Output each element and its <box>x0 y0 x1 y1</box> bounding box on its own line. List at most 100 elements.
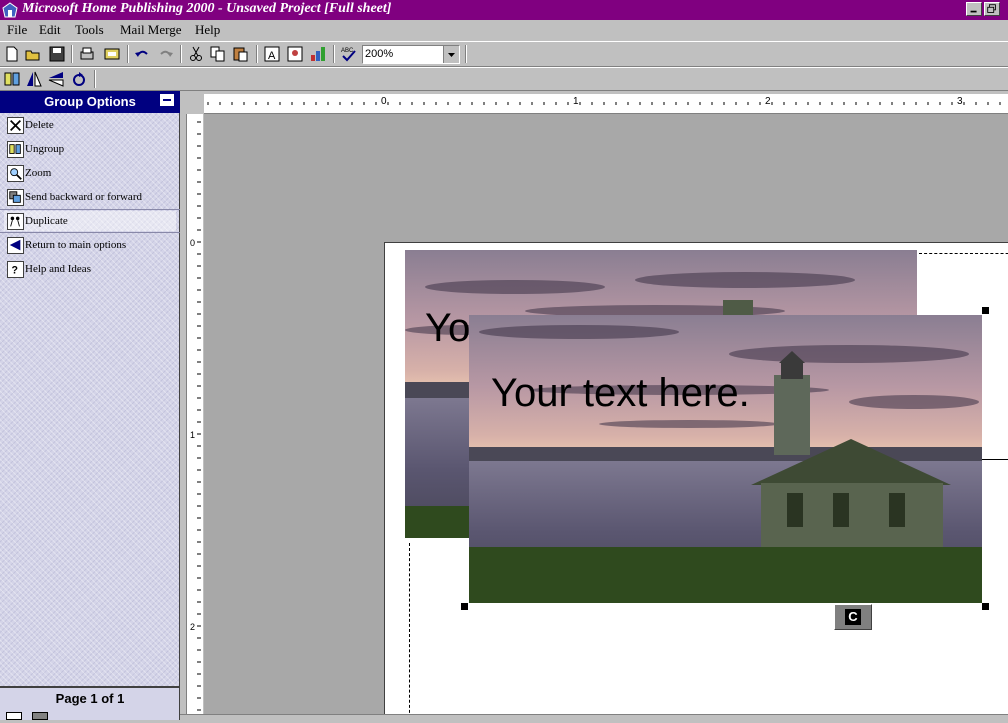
page-navigator: Page 1 of 1 <box>0 686 180 720</box>
front-picture[interactable]: Your text here. <box>469 315 982 603</box>
toolbar-separator <box>465 45 467 63</box>
ungroup-icon <box>7 141 24 158</box>
design-gallery-icon[interactable] <box>309 45 327 63</box>
option-return-main[interactable]: Return to main options <box>4 235 176 255</box>
option-delete[interactable]: Delete <box>4 115 176 135</box>
arrange-toolbar <box>0 67 1008 91</box>
duplicate-icon <box>7 213 24 230</box>
menu-tools[interactable]: Tools <box>75 22 104 38</box>
cut-icon[interactable] <box>187 45 205 63</box>
resize-handle[interactable] <box>982 603 989 610</box>
flip-horizontal-icon[interactable] <box>25 70 43 88</box>
option-label: Delete <box>25 119 54 131</box>
title-bar[interactable]: Microsoft Home Publishing 2000 - Unsaved… <box>0 0 1008 20</box>
toolbar-separator <box>71 45 73 63</box>
picture-icon[interactable] <box>286 45 304 63</box>
svg-text:?: ? <box>12 264 18 276</box>
collapse-panel-icon[interactable] <box>160 94 174 106</box>
option-send-backward-forward[interactable]: Send backward or forward <box>4 187 176 207</box>
menu-help[interactable]: Help <box>195 22 220 38</box>
help-icon: ? <box>7 261 24 278</box>
flip-vertical-icon[interactable] <box>47 70 65 88</box>
back-text: Yo <box>425 306 471 350</box>
menu-bar: File Edit Tools Mail Merge Help <box>0 20 1008 40</box>
chevron-down-icon[interactable] <box>443 46 459 63</box>
option-label: Duplicate <box>25 215 68 227</box>
menu-edit[interactable]: Edit <box>39 22 61 38</box>
ruler-label: 2 <box>765 96 771 107</box>
menu-file[interactable]: File <box>7 22 27 38</box>
page-indicator: Page 1 of 1 <box>55 691 125 706</box>
ruler-label: 1 <box>573 96 579 107</box>
page-thumbnail-icon[interactable] <box>6 712 22 720</box>
restore-button[interactable] <box>984 2 1000 16</box>
zoom-icon <box>7 165 24 182</box>
undo-icon[interactable] <box>133 45 151 63</box>
horizontal-scrollbar[interactable] <box>180 714 1008 720</box>
page-thumbnail-icon[interactable] <box>32 712 48 720</box>
option-help-ideas[interactable]: ? Help and Ideas <box>4 259 176 279</box>
connect-label: C <box>845 609 861 625</box>
margin-guide <box>919 253 1008 254</box>
workspace[interactable]: Yo Your text here. C <box>204 114 1008 720</box>
open-icon[interactable] <box>24 45 42 63</box>
delete-icon <box>7 117 24 134</box>
resize-handle[interactable] <box>461 603 468 610</box>
option-ungroup[interactable]: Ungroup <box>4 139 176 159</box>
option-duplicate[interactable]: Duplicate <box>4 211 176 231</box>
toolbar-separator <box>256 45 258 63</box>
ruler-corner <box>181 94 204 114</box>
new-icon[interactable] <box>3 45 21 63</box>
ruler-label: 0 <box>190 238 196 248</box>
panel-divider <box>0 209 180 210</box>
resize-handle[interactable] <box>982 307 989 314</box>
panel-title: Group Options <box>44 94 136 109</box>
toolbar-separator <box>94 70 96 88</box>
minimize-icon <box>970 10 977 13</box>
spelling-icon[interactable]: ABC <box>340 45 358 63</box>
paste-icon[interactable] <box>232 45 250 63</box>
svg-text:A: A <box>268 50 276 62</box>
ruler-label: 1 <box>190 430 196 440</box>
standard-toolbar: A ABC 200% <box>0 41 1008 67</box>
rotate-icon[interactable] <box>70 70 88 88</box>
window-title: Microsoft Home Publishing 2000 - Unsaved… <box>22 1 392 16</box>
minimize-button[interactable] <box>966 2 982 16</box>
toolbar-separator <box>180 45 182 63</box>
toolbar-separator <box>127 45 129 63</box>
option-label: Help and Ideas <box>25 263 91 275</box>
ruler-label: 2 <box>190 622 196 632</box>
print-preview-icon[interactable] <box>103 45 121 63</box>
connect-frames-button[interactable]: C <box>834 604 872 630</box>
group-options-panel: Delete Ungroup Zoom Send backward or for… <box>0 113 180 686</box>
restore-icon <box>987 4 996 13</box>
front-text: Your text here. <box>491 371 750 415</box>
option-label: Return to main options <box>25 239 127 251</box>
zoom-select[interactable]: 200% <box>362 45 460 64</box>
panel-header: Group Options <box>0 91 180 113</box>
print-icon[interactable] <box>78 45 96 63</box>
option-label: Zoom <box>25 167 52 179</box>
ruler-label: 3 <box>957 96 963 107</box>
zoom-value: 200% <box>365 48 394 60</box>
app-icon[interactable] <box>2 2 18 18</box>
return-icon <box>7 237 24 254</box>
redo-icon[interactable] <box>157 45 175 63</box>
frame-edge <box>982 459 1008 460</box>
arrange-icon <box>7 189 24 206</box>
panel-divider <box>0 232 180 233</box>
option-zoom[interactable]: Zoom <box>4 163 176 183</box>
ruler-ticks <box>207 102 1001 105</box>
margin-guide <box>409 543 410 720</box>
menu-mail-merge[interactable]: Mail Merge <box>120 22 182 38</box>
save-icon[interactable] <box>48 45 66 63</box>
ungroup-toolbar-icon[interactable] <box>3 70 21 88</box>
option-label: Ungroup <box>25 143 65 155</box>
horizontal-ruler[interactable]: 0 1 2 3 <box>204 94 1008 114</box>
vertical-ruler[interactable]: 0 1 2 <box>181 114 204 720</box>
ruler-label: 0 <box>381 96 387 107</box>
text-frame-icon[interactable]: A <box>263 45 281 63</box>
toolbar-separator <box>333 45 335 63</box>
option-label: Send backward or forward <box>25 191 142 203</box>
copy-icon[interactable] <box>209 45 227 63</box>
